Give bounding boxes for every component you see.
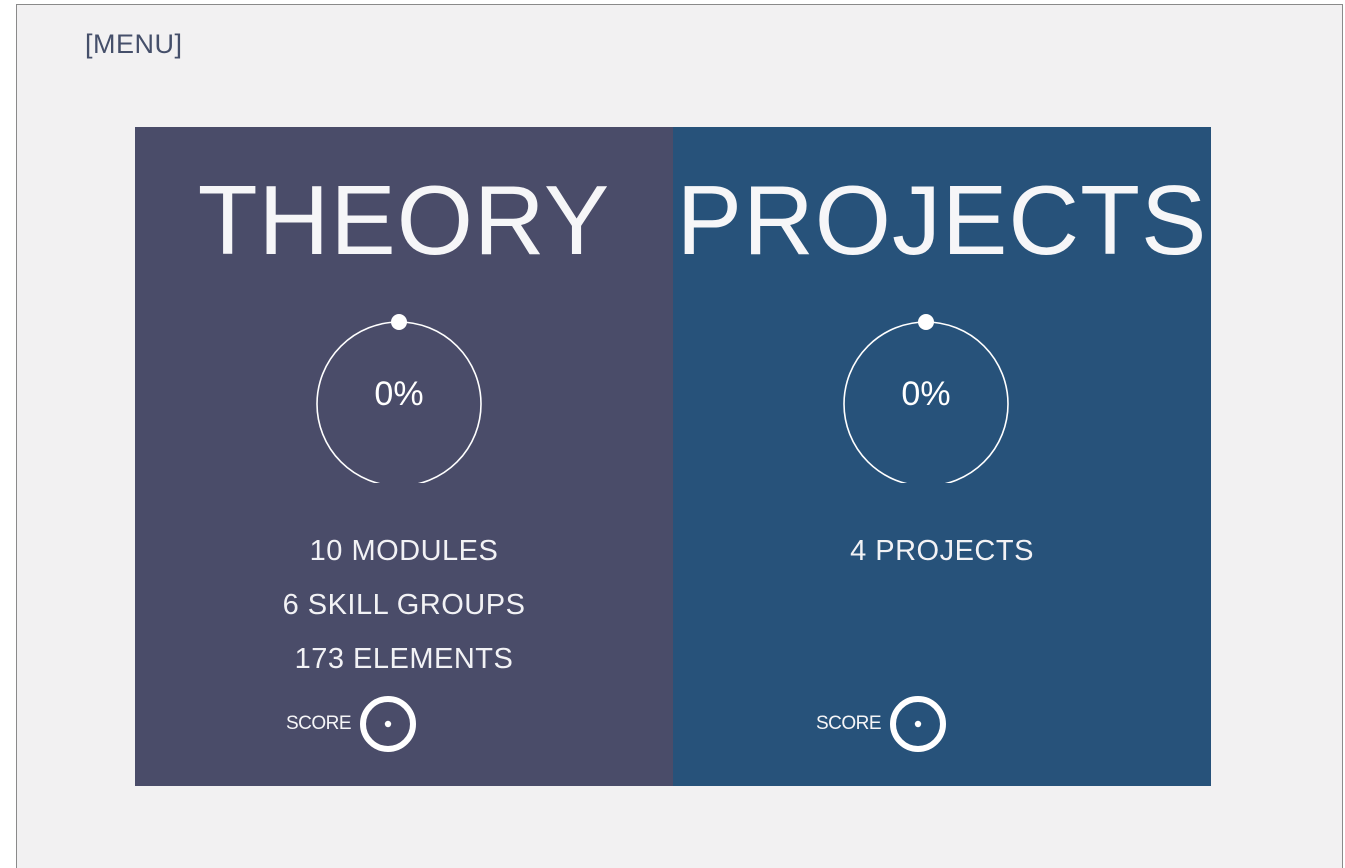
theory-score[interactable]: SCORE <box>286 695 417 753</box>
theory-title: THEORY <box>197 165 611 275</box>
projects-panel[interactable]: PROJECTS 0% 4 PROJECTS SCORE <box>673 127 1211 786</box>
score-dial-icon[interactable] <box>889 695 947 753</box>
theory-score-label: SCORE <box>286 713 352 734</box>
menu-button[interactable]: [MENU] <box>85 29 183 60</box>
theory-stat-elements: 173 ELEMENTS <box>294 643 514 675</box>
theory-stat-modules: 10 MODULES <box>309 535 499 567</box>
projects-title: PROJECTS <box>676 165 1208 275</box>
projects-score-label: SCORE <box>816 713 882 734</box>
theory-progress-value: 0% <box>374 375 424 413</box>
theory-stats: 10 MODULES 6 SKILL GROUPS 173 ELEMENTS <box>135 524 673 686</box>
projects-stats: 4 PROJECTS <box>673 524 1211 578</box>
theory-stat-skill-groups: 6 SKILL GROUPS <box>282 589 526 621</box>
theory-panel[interactable]: THEORY 0% 10 MODULES 6 SKILL GROUPS 173 … <box>135 127 673 786</box>
projects-progress-gauge: 0% <box>841 313 1011 483</box>
projects-stat-count: 4 PROJECTS <box>850 535 1034 567</box>
score-dial-icon[interactable] <box>359 695 417 753</box>
theory-progress-gauge: 0% <box>314 313 484 483</box>
projects-progress-value: 0% <box>901 375 951 413</box>
projects-score[interactable]: SCORE <box>816 695 947 753</box>
